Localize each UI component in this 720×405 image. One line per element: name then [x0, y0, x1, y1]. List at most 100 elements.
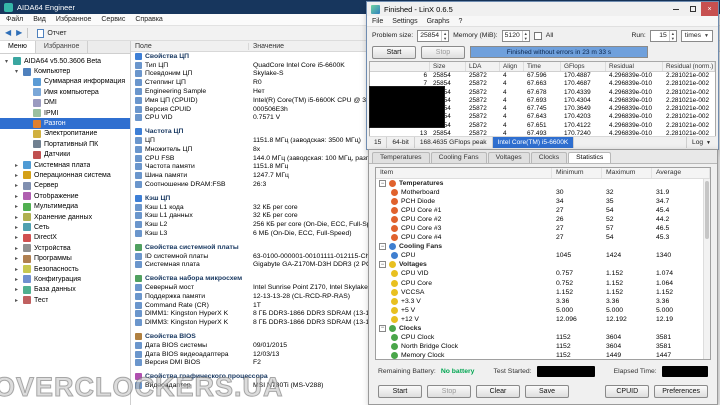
spinner-arrows-icon[interactable]: ▲ ▼ [521, 30, 529, 41]
menu-item[interactable]: Избранное [56, 16, 91, 23]
tree-item[interactable]: ▸ Программы [0, 253, 130, 263]
stat-row[interactable]: +3.3 V 3.36 3.36 3.36 [376, 297, 710, 306]
tree-item[interactable]: ▸ Операционная система [0, 170, 130, 180]
collapse-icon[interactable]: − [379, 324, 386, 332]
menu-item[interactable]: Вид [33, 16, 46, 23]
tree-item[interactable]: ▸ Мультимедиа [0, 201, 130, 211]
stat-row[interactable]: − Voltages [376, 260, 710, 269]
run-count-stepper[interactable]: 15 ▲ ▼ [649, 29, 677, 42]
back-icon[interactable]: ◀ [5, 29, 11, 37]
menu-item[interactable]: File [372, 18, 383, 25]
tree-item[interactable]: Разгон [0, 118, 130, 129]
tree-item[interactable]: ▸ DirectX [0, 233, 130, 243]
tree-item[interactable]: Датчики [0, 150, 130, 160]
close-button[interactable]: × [701, 2, 718, 16]
tree-item[interactable]: ▸ Сеть [0, 222, 130, 232]
tree-item[interactable]: ▾ AIDA64 v5.50.3606 Beta [0, 56, 130, 66]
stat-row[interactable]: Motherboard 30 32 31.9 [376, 188, 710, 197]
log-button[interactable]: Log ▼ [686, 137, 716, 148]
result-cell: 2.281021e-002 [666, 121, 709, 129]
tree-item[interactable]: ▸ Системная плата [0, 160, 130, 170]
tree-item[interactable]: ▸ Сервер [0, 181, 130, 191]
save-button[interactable]: Save [525, 384, 569, 398]
collapse-icon[interactable]: − [379, 261, 386, 269]
times-dropdown[interactable]: times ▼ [680, 29, 713, 42]
stat-row[interactable]: CPU Clock 1152 3604 3581 [376, 333, 710, 342]
field-cell: ID системной платы [131, 252, 249, 260]
stat-row[interactable]: CPU Core #4 27 54 45.3 [376, 233, 710, 242]
memory-stepper[interactable]: 5120 ▲ ▼ [501, 29, 530, 42]
result-cell: 67.678 [527, 88, 547, 96]
clear-button[interactable]: Clear [476, 384, 520, 398]
stat-row[interactable]: CPU VID 0.757 1.152 1.074 [376, 269, 710, 278]
menu-item[interactable]: Сервис [101, 16, 125, 23]
report-button[interactable]: Отчет [33, 28, 70, 39]
stat-row[interactable]: +12 V 12.096 12.192 12.19 [376, 315, 710, 324]
menu-item[interactable]: Settings [392, 18, 417, 25]
tab-temperatures[interactable]: Temperatures [372, 152, 430, 163]
collapse-icon[interactable]: − [379, 180, 386, 188]
stat-row[interactable]: − Cooling Fans [376, 242, 710, 251]
tree-item[interactable]: ▸ Безопасность [0, 264, 130, 274]
tab-cooling-fans[interactable]: Cooling Fans [430, 152, 487, 163]
tree-item[interactable]: Электропитание [0, 129, 130, 139]
tree-item[interactable]: ▸ Хранение данных [0, 212, 130, 222]
value-cell: 0.7571 V [253, 114, 281, 122]
tree-item[interactable]: ▸ Отображение [0, 191, 130, 201]
forward-icon[interactable]: ▶ [16, 29, 22, 37]
minimize-button[interactable] [667, 2, 684, 16]
tree-item[interactable]: ▸ Тест [0, 295, 130, 305]
stat-row[interactable]: CPU Core #3 27 57 46.5 [376, 224, 710, 233]
problem-size-stepper[interactable]: 25854 ▲ ▼ [417, 29, 450, 42]
result-row[interactable]: 6 25854 25872 4 67.596 170.4887 4.296839e-010 2… [370, 72, 715, 80]
scrollbar-thumb[interactable] [705, 181, 709, 239]
tree-item[interactable]: ▸ Устройства [0, 243, 130, 253]
tree-item[interactable]: IPMI [0, 108, 130, 118]
tab-clocks[interactable]: Clocks [530, 152, 568, 163]
collapse-icon[interactable]: − [379, 243, 386, 251]
tree-item[interactable]: ▾ Компьютер [0, 66, 130, 76]
expand-icon: ▸ [14, 162, 18, 169]
tab-statistics[interactable]: Statistics [568, 152, 612, 163]
start-button[interactable]: Start [372, 45, 416, 59]
stat-row[interactable]: CPU Core 0.752 1.152 1.064 [376, 279, 710, 288]
stat-row[interactable]: North Bridge Clock 1152 3604 3581 [376, 342, 710, 351]
tree-item[interactable]: DMI [0, 98, 130, 108]
column-header: Maximum [602, 168, 652, 178]
preferences-button[interactable]: Preferences [654, 384, 708, 398]
tree-item[interactable]: Суммарная информация [0, 77, 130, 87]
tree-item-icon [23, 296, 31, 305]
maximize-button[interactable] [684, 2, 701, 16]
stat-row[interactable]: VCCSA 1.152 1.152 1.152 [376, 288, 710, 297]
spinner-arrows-icon[interactable]: ▲ ▼ [668, 30, 676, 41]
menu-item[interactable]: Graphs [427, 18, 450, 25]
field-icon [135, 261, 142, 269]
stat-item-cell: Memory Clock [376, 351, 552, 359]
menu-item[interactable]: Файл [6, 16, 23, 23]
spinner-arrows-icon[interactable]: ▲ ▼ [441, 30, 448, 41]
stat-row[interactable]: Memory Clock 1152 1449 1447 [376, 351, 710, 359]
osd-panel[interactable] [369, 86, 445, 128]
tab-voltages[interactable]: Voltages [487, 152, 530, 163]
start-button[interactable]: Start [378, 384, 422, 398]
tree-item[interactable]: Портативный ПК [0, 139, 130, 149]
stat-row[interactable]: − Clocks [376, 324, 710, 333]
tree-item[interactable]: ▸ База данных [0, 285, 130, 295]
stat-row[interactable]: CPU Core #1 27 54 45.4 [376, 206, 710, 215]
linx-titlebar[interactable]: Finished - LinX 0.6.5 × [367, 2, 718, 16]
menu-item[interactable]: Справка [135, 16, 162, 23]
all-checkbox[interactable] [533, 31, 542, 40]
tree-item[interactable]: Имя компьютера [0, 87, 130, 97]
stat-row[interactable]: +5 V 5.000 5.000 5.000 [376, 306, 710, 315]
stat-row[interactable]: CPU 1045 1424 1340 [376, 251, 710, 260]
menu-item[interactable]: ? [459, 18, 463, 25]
field-cell: Свойства ЦП [131, 52, 189, 60]
stat-row[interactable]: − Temperatures [376, 179, 710, 188]
tree-item[interactable]: ▸ Конфигурация [0, 274, 130, 284]
scrollbar[interactable] [703, 179, 710, 359]
cpuid-button[interactable]: CPUID [605, 384, 650, 398]
stat-row[interactable]: CPU Core #2 26 52 44.2 [376, 215, 710, 224]
sidebar-tab[interactable]: Избранное [35, 41, 89, 53]
sidebar-tab[interactable]: Меню [0, 41, 36, 53]
stat-row[interactable]: PCH Diode 34 35 34.7 [376, 197, 710, 206]
